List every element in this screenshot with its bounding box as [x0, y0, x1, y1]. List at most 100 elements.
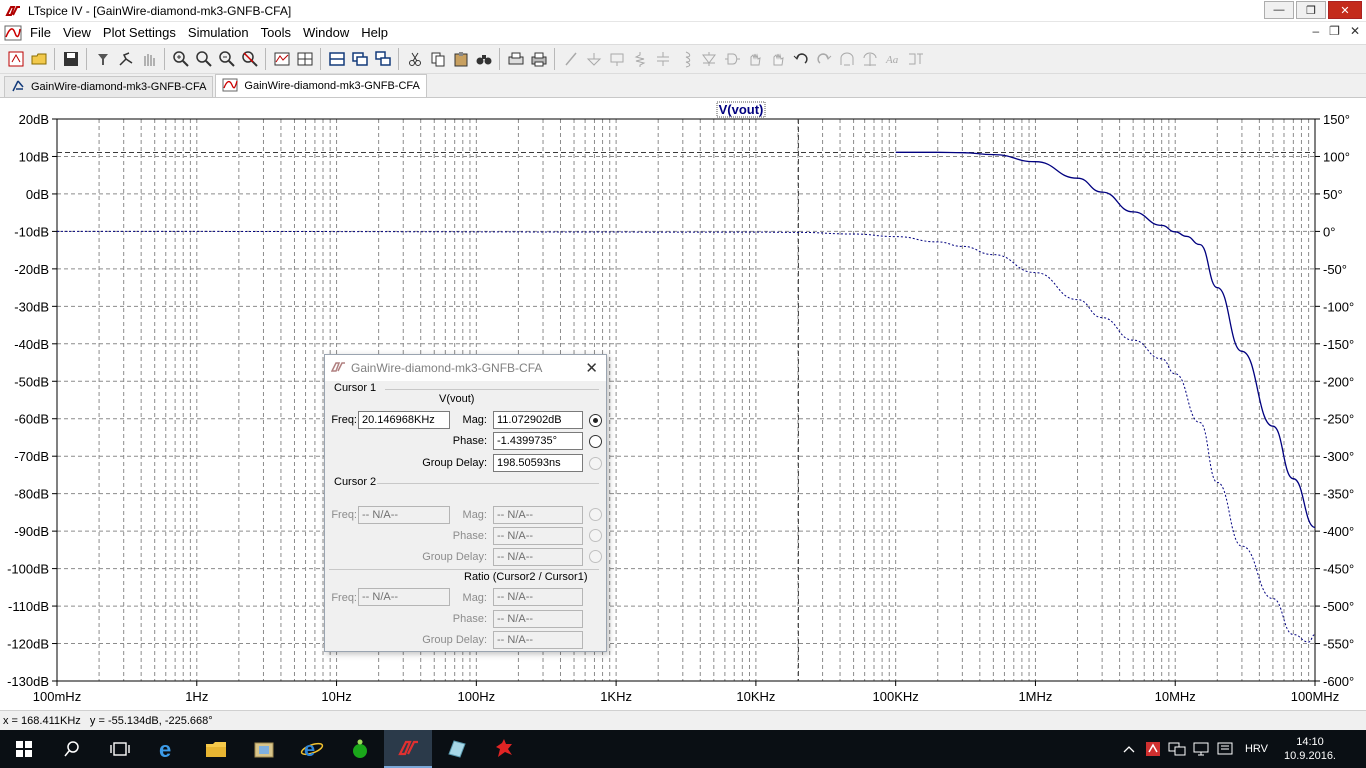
ltspice-icon[interactable]	[384, 730, 432, 768]
edge-icon[interactable]: e	[144, 730, 192, 768]
control-panel-icon[interactable]	[92, 48, 114, 70]
print-preview-icon[interactable]	[505, 48, 527, 70]
cursor2-phase-radio[interactable]	[589, 529, 602, 542]
close-button[interactable]: ✕	[1328, 1, 1362, 19]
cursor2-mag-field[interactable]: -- N/A--	[493, 506, 583, 524]
cursor2-phase-field[interactable]: -- N/A--	[493, 527, 583, 545]
spice-directive-icon[interactable]	[905, 48, 927, 70]
cursor1-freq-field[interactable]: 20.146968KHz	[358, 411, 450, 429]
ground-icon[interactable]	[583, 48, 605, 70]
language-indicator[interactable]: HRV	[1245, 743, 1268, 755]
trace-magnitude	[895, 151, 1316, 529]
green-app-icon[interactable]	[336, 730, 384, 768]
cursor-icon[interactable]	[294, 48, 316, 70]
paste-icon[interactable]	[450, 48, 472, 70]
tile-vertical-icon[interactable]	[326, 48, 348, 70]
move-icon[interactable]	[744, 48, 766, 70]
new-schematic-icon[interactable]	[5, 48, 27, 70]
internet-explorer-icon[interactable]: e	[288, 730, 336, 768]
y-tick-label-right: 150°	[1323, 112, 1350, 127]
menu-help[interactable]: Help	[355, 22, 394, 44]
show-desktop-button[interactable]	[1346, 730, 1366, 768]
find-icon[interactable]	[473, 48, 495, 70]
menu-file[interactable]: File	[24, 22, 57, 44]
cursor2-group-delay-radio[interactable]	[589, 550, 602, 563]
cursor2-group-delay-field[interactable]: -- N/A--	[493, 548, 583, 566]
mirror-icon[interactable]	[859, 48, 881, 70]
text-icon[interactable]: Aa	[882, 48, 904, 70]
windows-start-icon[interactable]	[0, 730, 48, 768]
minimize-button[interactable]: —	[1264, 1, 1294, 19]
menu-plot-settings[interactable]: Plot Settings	[97, 22, 182, 44]
cursor2-mag-radio[interactable]	[589, 508, 602, 521]
cursor1-mag-field[interactable]: 11.072902dB	[493, 411, 583, 429]
cursor1-mag-radio[interactable]	[589, 414, 602, 427]
component-icon[interactable]	[721, 48, 743, 70]
menu-window[interactable]: Window	[297, 22, 355, 44]
crystal-app-icon[interactable]	[432, 730, 480, 768]
zoom-in-icon[interactable]	[170, 48, 192, 70]
cursor1-group-delay-radio[interactable]	[589, 457, 602, 470]
dialog-close-icon[interactable]: ✕	[585, 359, 598, 377]
menu-simulation[interactable]: Simulation	[182, 22, 255, 44]
rotate-icon[interactable]	[836, 48, 858, 70]
copy-icon[interactable]	[427, 48, 449, 70]
cursor1-phase-radio[interactable]	[589, 435, 602, 448]
monitor-icon[interactable]	[1189, 730, 1213, 768]
y-tick-label-left: -130dB	[7, 674, 49, 689]
tab-schematic[interactable]: GainWire-diamond-mk3-GNFB-CFA	[4, 76, 214, 97]
redo-icon[interactable]	[813, 48, 835, 70]
task-view-icon[interactable]	[96, 730, 144, 768]
ratio-group-delay-field[interactable]: -- N/A--	[493, 631, 583, 649]
message-icon[interactable]	[1213, 730, 1237, 768]
tile-horizontal-icon[interactable]	[349, 48, 371, 70]
zoom-out-icon[interactable]	[216, 48, 238, 70]
undo-icon[interactable]	[790, 48, 812, 70]
diode-icon[interactable]	[698, 48, 720, 70]
menu-view[interactable]: View	[57, 22, 97, 44]
network-icon[interactable]	[1165, 730, 1189, 768]
label-net-icon[interactable]	[606, 48, 628, 70]
folder-app-icon[interactable]	[240, 730, 288, 768]
cursor1-phase-field[interactable]: -1.4399735°	[493, 432, 583, 450]
run-icon[interactable]	[115, 48, 137, 70]
maximize-button[interactable]: ❐	[1296, 1, 1326, 19]
ratio-mag-field[interactable]: -- N/A--	[493, 588, 583, 606]
save-icon[interactable]	[60, 48, 82, 70]
waveform-plot[interactable]: 20dB 150° 10dB 100° 0dB 50° -10dB 0° -20dB -50° -3…	[0, 98, 1366, 710]
zoom-cancel-icon[interactable]	[239, 48, 261, 70]
cursor1-group-delay-field[interactable]: 198.50593ns	[493, 454, 583, 472]
trace-label[interactable]: V(vout)	[719, 102, 764, 117]
autorange-icon[interactable]	[271, 48, 293, 70]
dialog-title: GainWire-diamond-mk3-GNFB-CFA	[351, 361, 543, 375]
tab-waveform[interactable]: GainWire-diamond-mk3-GNFB-CFA	[215, 74, 427, 97]
clock[interactable]: 14:10 10.9.2016.	[1284, 735, 1336, 763]
chevron-up-icon[interactable]	[1117, 730, 1141, 768]
drag-icon[interactable]	[767, 48, 789, 70]
menu-tools[interactable]: Tools	[255, 22, 297, 44]
open-icon[interactable]	[28, 48, 50, 70]
zoom-area-icon[interactable]	[193, 48, 215, 70]
search-icon[interactable]	[48, 730, 96, 768]
plot-canvas[interactable]: 20dB 150° 10dB 100° 0dB 50° -10dB 0° -20dB -50° -3…	[0, 98, 1366, 710]
ratio-phase-field[interactable]: -- N/A--	[493, 610, 583, 628]
app-tray-icon[interactable]	[1141, 730, 1165, 768]
cascade-icon[interactable]	[372, 48, 394, 70]
capacitor-icon[interactable]	[652, 48, 674, 70]
cut-icon[interactable]	[404, 48, 426, 70]
wire-icon[interactable]	[560, 48, 582, 70]
halt-icon[interactable]	[138, 48, 160, 70]
file-explorer-icon[interactable]	[192, 730, 240, 768]
mdi-minimize-icon[interactable]: –	[1312, 24, 1319, 38]
print-icon[interactable]	[528, 48, 550, 70]
mdi-restore-icon[interactable]: ❐	[1329, 24, 1340, 38]
y-tick-label-right: 50°	[1323, 187, 1343, 202]
waveform-doc-icon[interactable]	[2, 24, 24, 42]
resistor-icon[interactable]	[629, 48, 651, 70]
ratio-freq-field[interactable]: -- N/A--	[358, 588, 450, 606]
dialog-title-bar[interactable]: GainWire-diamond-mk3-GNFB-CFA ✕	[325, 355, 606, 381]
mdi-close-icon[interactable]: ✕	[1350, 24, 1360, 38]
red-app-icon[interactable]	[480, 730, 528, 768]
cursor2-freq-field[interactable]: -- N/A--	[358, 506, 450, 524]
inductor-icon[interactable]	[675, 48, 697, 70]
